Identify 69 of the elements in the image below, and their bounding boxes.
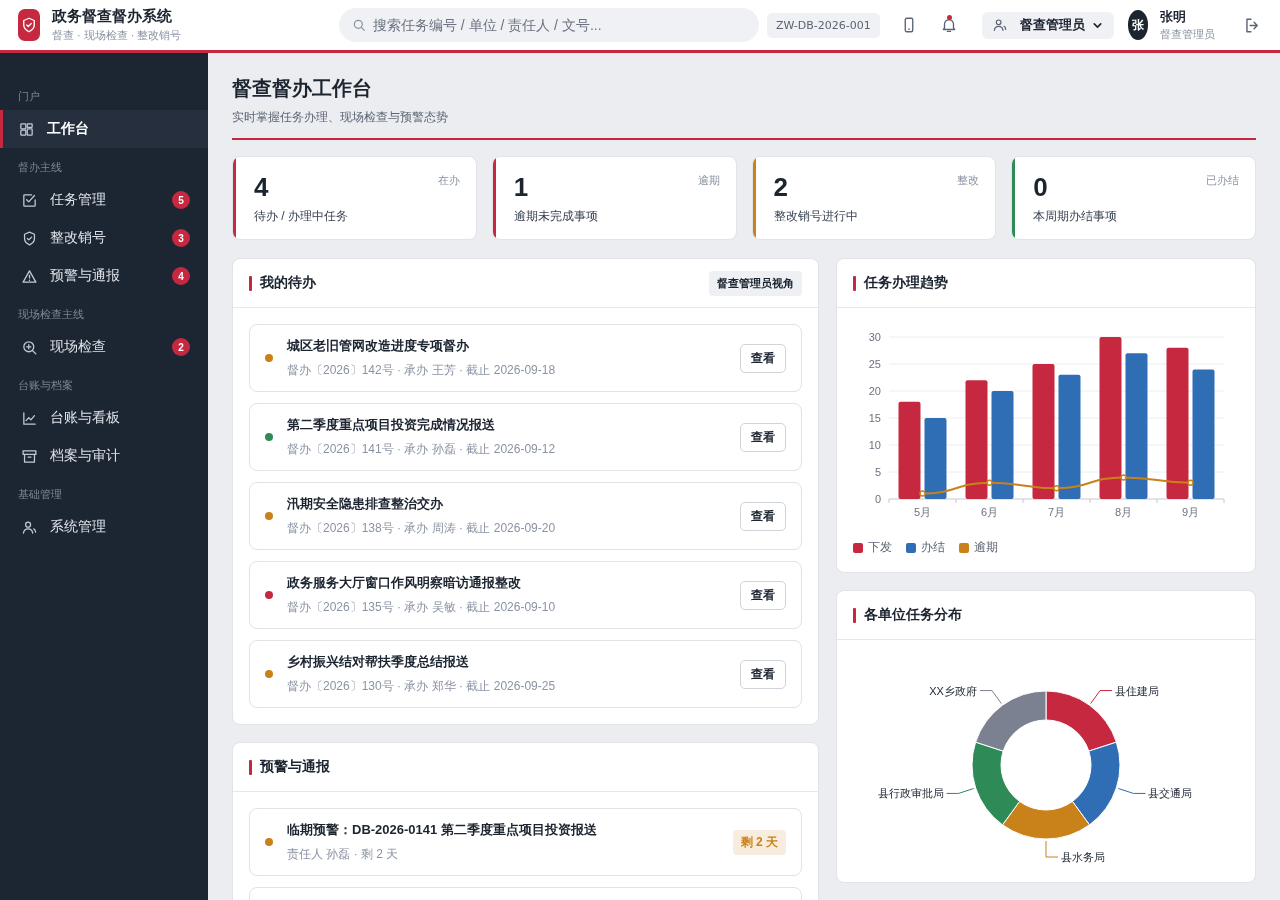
legend-item: 办结 <box>906 539 945 556</box>
axis-category-label: 9月 <box>1181 506 1200 518</box>
axis-category-label: 8月 <box>1114 506 1133 518</box>
page-title: 督查督办工作台 <box>232 76 372 101</box>
days-left-tag: 剩 2 天 <box>732 829 786 855</box>
panel-title: 各单位任务分布 <box>864 606 963 624</box>
legend-label: 办结 <box>921 539 945 556</box>
todo-meta: 督办〔2026〕138号 · 承办 周涛 · 截止 2026-09-20 <box>287 520 557 537</box>
user-name: 张明 <box>1160 8 1187 26</box>
todo-meta: 督办〔2026〕142号 · 承办 王芳 · 截止 2026-09-18 <box>287 362 557 379</box>
stat-value: 1 <box>513 171 530 203</box>
slice-label: 县行政审批局 <box>877 787 944 800</box>
todo-title: 政务服务大厅窗口作风明察暗访通报整改 <box>287 574 522 592</box>
legend-item: 下发 <box>853 539 892 556</box>
stat-tag: 逾期 <box>697 173 720 203</box>
nav-section-label: 基础管理 <box>17 487 63 502</box>
todo-title: 第二季度重点项目投资完成情况报送 <box>287 416 496 434</box>
code-chip: ZW-DB-2026-001 <box>766 12 880 38</box>
nav-section-label: 现场检查主线 <box>17 307 85 322</box>
stat-tag: 在办 <box>437 173 460 203</box>
todo-title: 乡村振兴结对帮扶季度总结报送 <box>287 653 470 671</box>
stat-label: 整改销号进行中 <box>773 208 859 225</box>
legend-item: 逾期 <box>959 539 998 556</box>
alert-meta: 责任人 孙磊 · 剩 2 天 <box>287 846 400 863</box>
nav-section-label: 督办主线 <box>17 160 63 175</box>
stat-label: 本周期办结事项 <box>1033 208 1119 225</box>
axis-tick-label: 20 <box>868 385 881 397</box>
slice-label: 县交通局 <box>1148 787 1193 800</box>
stat-label: 待办 / 办理中任务 <box>254 208 349 225</box>
count-badge: 3 <box>172 229 190 247</box>
slice-label: XX乡政府 <box>929 684 977 697</box>
page-subtitle: 实时掌握任务办理、现场检查与预警态势 <box>232 109 448 126</box>
stat-value: 0 <box>1033 171 1049 203</box>
axis-tick-label: 0 <box>874 493 881 505</box>
count-badge: 5 <box>172 191 190 209</box>
legend-label: 逾期 <box>974 539 998 556</box>
panel-title: 我的待办 <box>260 274 317 292</box>
count-badge: 2 <box>172 338 190 356</box>
axis-tick-label: 15 <box>868 412 881 424</box>
stat-tag: 整改 <box>957 173 980 203</box>
alert-title: 临期预警：DB-2026-0141 第二季度重点项目投资报送 <box>287 821 598 839</box>
todo-meta: 督办〔2026〕141号 · 承办 孙磊 · 截止 2026-09-12 <box>287 441 557 458</box>
slice-label: 县住建局 <box>1115 684 1160 697</box>
nav-section-label: 门户 <box>17 89 41 104</box>
count-badge: 4 <box>172 267 190 285</box>
stat-tag: 已办结 <box>1206 173 1239 203</box>
todo-meta: 督办〔2026〕135号 · 承办 吴敏 · 截止 2026-09-10 <box>287 599 557 616</box>
user-role: 督查管理员 <box>1160 27 1215 42</box>
axis-category-label: 6月 <box>980 506 999 518</box>
stat-label: 逾期未完成事项 <box>513 208 599 225</box>
axis-tick-label: 5 <box>874 466 881 478</box>
legend-label: 下发 <box>868 539 892 556</box>
stat-value: 2 <box>773 171 789 203</box>
view-badge: 督查管理员视角 <box>709 270 802 296</box>
panel-title: 预警与通报 <box>260 758 331 776</box>
panel-title: 任务办理趋势 <box>864 274 949 292</box>
axis-category-label: 7月 <box>1047 506 1066 518</box>
axis-category-label: 5月 <box>913 506 932 518</box>
nav-section-label: 台账与档案 <box>17 378 74 393</box>
todo-meta: 督办〔2026〕130号 · 承办 郑华 · 截止 2026-09-25 <box>287 678 557 695</box>
stat-value: 4 <box>254 171 270 203</box>
app-subtitle: 督查 · 现场检查 · 整改销号 <box>51 28 183 43</box>
axis-tick-label: 25 <box>868 358 881 370</box>
todo-title: 城区老旧管网改造进度专项督办 <box>287 337 470 355</box>
slice-label: 县水务局 <box>1061 851 1105 863</box>
todo-title: 汛期安全隐患排查整治交办 <box>287 495 444 513</box>
axis-tick-label: 30 <box>868 331 881 343</box>
axis-tick-label: 10 <box>868 439 881 451</box>
app-title: 政务督查督办系统 <box>51 7 173 26</box>
